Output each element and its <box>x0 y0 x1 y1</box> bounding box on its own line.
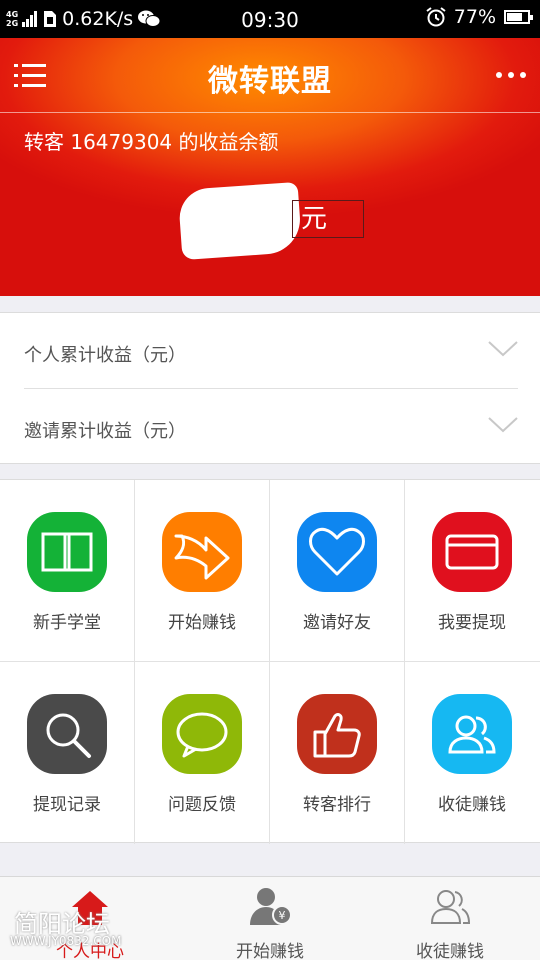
grid-item-label: 新手学堂 <box>33 613 101 633</box>
thumbs-up-icon <box>297 694 377 774</box>
invite-earnings-label: 邀请累计收益（元） <box>24 421 186 442</box>
tab-label: 开始赚钱 <box>236 942 304 960</box>
heart-icon <box>297 512 377 592</box>
grid-item-label: 问题反馈 <box>168 795 236 815</box>
users-icon <box>430 890 471 924</box>
chevron-down-icon <box>488 417 518 433</box>
chevron-down-icon <box>488 341 518 357</box>
grid-item-feedback[interactable]: 问题反馈 <box>135 662 270 844</box>
feature-grid: 新手学堂 开始赚钱 邀请好友 我要提现 提现记录 问题反馈 转客排行 收徒赚钱 <box>0 479 540 844</box>
personal-earnings-label: 个人累计收益（元） <box>24 345 186 366</box>
status-right: 77% <box>426 6 533 28</box>
grid-item-ranking[interactable]: 转客排行 <box>270 662 405 844</box>
app-title: 微转联盟 <box>208 64 332 99</box>
balance-unit: 元 <box>292 200 364 238</box>
chat-bubble-icon <box>162 694 242 774</box>
balance-header: 微转联盟 转客 16479304 的收益余额 元 <box>0 38 540 296</box>
battery-percent: 77% <box>453 6 496 28</box>
status-bar: 4G 2G 0.62K/s 09:30 77% <box>0 0 540 38</box>
more-options-icon[interactable] <box>496 72 526 78</box>
grid-item-label: 开始赚钱 <box>168 613 236 633</box>
users-icon <box>432 694 512 774</box>
grid-item-label: 提现记录 <box>33 795 101 815</box>
grid-item-invite-friends[interactable]: 邀请好友 <box>270 480 405 662</box>
user-money-icon: ¥ <box>250 888 292 925</box>
balance-label: 转客 16479304 的收益余额 <box>24 130 279 154</box>
forward-arrow-icon <box>162 512 242 592</box>
card-icon <box>432 512 512 592</box>
grid-item-label: 邀请好友 <box>303 613 371 633</box>
tab-start-earning[interactable]: ¥ 开始赚钱 <box>180 877 360 960</box>
grid-item-start-earning[interactable]: 开始赚钱 <box>135 480 270 662</box>
top-bar: 微转联盟 <box>0 38 540 113</box>
grid-item-label: 收徒赚钱 <box>438 795 506 815</box>
grid-item-withdraw[interactable]: 我要提现 <box>405 480 540 662</box>
balance-amount: 元 <box>177 181 370 261</box>
grid-item-label: 转客排行 <box>303 795 371 815</box>
grid-item-tutorial[interactable]: 新手学堂 <box>0 480 135 662</box>
personal-earnings-row[interactable]: 个人累计收益（元） <box>24 313 518 389</box>
alarm-icon <box>426 7 446 27</box>
grid-item-withdraw-history[interactable]: 提现记录 <box>0 662 135 844</box>
watermark-url: WWW.JY0832.COM <box>10 934 122 948</box>
redacted-amount <box>177 181 303 261</box>
battery-icon <box>504 10 533 24</box>
svg-text:¥: ¥ <box>279 909 286 922</box>
tab-recruit[interactable]: 收徒赚钱 <box>360 877 540 960</box>
grid-item-recruit[interactable]: 收徒赚钱 <box>405 662 540 844</box>
tab-label: 收徒赚钱 <box>416 942 484 960</box>
search-icon <box>27 694 107 774</box>
battery-fill <box>507 13 522 21</box>
grid-item-label: 我要提现 <box>438 613 506 633</box>
invite-earnings-row[interactable]: 邀请累计收益（元） <box>24 389 518 465</box>
earnings-card: 个人累计收益（元） 邀请累计收益（元） <box>0 312 540 464</box>
book-icon <box>27 512 107 592</box>
